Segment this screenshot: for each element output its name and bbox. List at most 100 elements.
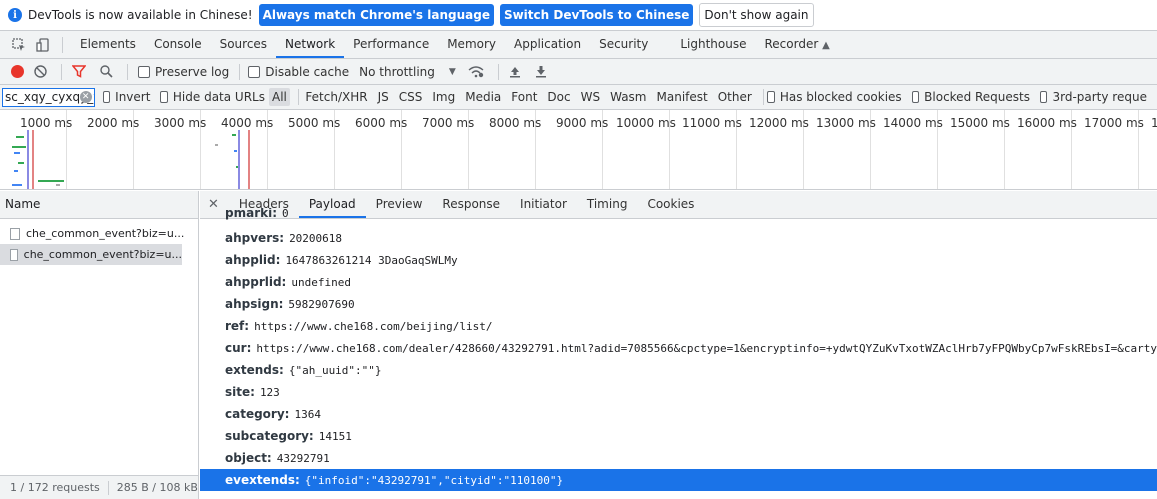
- payload-key: subcategory:: [225, 429, 314, 443]
- payload-row[interactable]: object: 43292791: [200, 447, 1157, 469]
- document-icon: [10, 248, 18, 261]
- tab-recorder[interactable]: Recorder ▲: [756, 31, 839, 58]
- payload-row[interactable]: ahpsign: 5982907690: [200, 293, 1157, 315]
- type-filter-js[interactable]: JS: [375, 88, 392, 106]
- throttling-select[interactable]: No throttling ▼: [359, 65, 468, 79]
- network-conditions-icon[interactable]: [468, 65, 484, 78]
- payload-row[interactable]: subcategory: 14151: [200, 425, 1157, 447]
- always-match-language-button[interactable]: Always match Chrome's language: [258, 4, 494, 26]
- type-filter-wasm[interactable]: Wasm: [607, 88, 649, 106]
- invert-checkbox[interactable]: [102, 91, 111, 103]
- request-row[interactable]: che_common_event?biz=u...: [0, 223, 198, 244]
- timeline-tick-label: 12000 ms: [749, 116, 809, 130]
- type-filter-media[interactable]: Media: [462, 88, 504, 106]
- payload-row[interactable]: ahpvers: 20200618: [200, 227, 1157, 249]
- request-row-selected[interactable]: che_common_event?biz=u...: [0, 244, 182, 265]
- switch-to-chinese-button[interactable]: Switch DevTools to Chinese: [499, 4, 694, 26]
- network-overview-timeline[interactable]: 1000 ms 2000 ms 3000 ms 4000 ms 5000 ms …: [0, 110, 1157, 190]
- clear-icon[interactable]: [34, 65, 47, 78]
- name-column-header[interactable]: Name: [0, 191, 198, 219]
- tab-console[interactable]: Console: [145, 31, 211, 58]
- language-infobar: i DevTools is now available in Chinese! …: [0, 0, 1157, 31]
- timeline-tick-label: 6000 ms: [355, 116, 408, 130]
- search-icon[interactable]: [100, 65, 113, 78]
- payload-key: ahpplid:: [225, 253, 281, 267]
- tab-memory[interactable]: Memory: [438, 31, 505, 58]
- tab-performance[interactable]: Performance: [344, 31, 438, 58]
- tab-lighthouse[interactable]: Lighthouse: [671, 31, 755, 58]
- payload-row[interactable]: pmarki: 0: [200, 208, 1157, 220]
- tab-elements[interactable]: Elements: [71, 31, 145, 58]
- payload-row[interactable]: extends: {"ah_uuid":""}: [200, 359, 1157, 381]
- type-filter-ws[interactable]: WS: [578, 88, 603, 106]
- payload-value: https://www.che168.com/dealer/428660/432…: [256, 341, 1157, 355]
- payload-value: 5982907690: [288, 297, 355, 311]
- type-filter-all[interactable]: All: [268, 88, 290, 106]
- payload-key: category:: [225, 407, 290, 421]
- tab-security[interactable]: Security: [590, 31, 657, 58]
- payload-key: ahpsign:: [225, 297, 284, 311]
- experiment-flask-icon: ▲: [822, 40, 830, 51]
- request-name: che_common_event?biz=u...: [26, 227, 185, 240]
- inspect-element-icon[interactable]: [10, 36, 28, 54]
- payload-row[interactable]: ahpprlid: undefined: [200, 271, 1157, 293]
- type-filter-img[interactable]: Img: [429, 88, 458, 106]
- tab-application[interactable]: Application: [505, 31, 590, 58]
- payload-row[interactable]: category: 1364: [200, 403, 1157, 425]
- payload-row[interactable]: site: 123: [200, 381, 1157, 403]
- tab-sources[interactable]: Sources: [211, 31, 276, 58]
- type-filter-fetch-xhr[interactable]: Fetch/XHR: [302, 88, 370, 106]
- filter-divider: [297, 89, 299, 105]
- has-blocked-cookies-label: Has blocked cookies: [779, 90, 902, 104]
- payload-key: extends:: [225, 363, 284, 377]
- payload-key: site:: [225, 385, 255, 399]
- payload-value: undefined: [291, 275, 351, 289]
- dont-show-again-button[interactable]: Don't show again: [699, 3, 814, 27]
- type-filter-css[interactable]: CSS: [396, 88, 426, 106]
- timeline-tick-label: 8000 ms: [489, 116, 542, 130]
- filter-bar: sc_xqy_cyxqy_wbcxrkdj_click ✕ Invert Hid…: [0, 85, 1157, 110]
- disable-cache-label: Disable cache: [265, 64, 350, 79]
- type-filter-doc[interactable]: Doc: [544, 88, 573, 106]
- payload-row[interactable]: cur: https://www.che168.com/dealer/428660…: [200, 337, 1157, 359]
- type-filter-font[interactable]: Font: [508, 88, 540, 106]
- request-count: 1 / 172 requests: [10, 481, 100, 494]
- has-blocked-cookies-checkbox[interactable]: [767, 91, 775, 103]
- hide-data-urls-checkbox[interactable]: [160, 91, 168, 103]
- request-name: che_common_event?biz=u...: [23, 248, 182, 261]
- import-har-icon[interactable]: [509, 65, 521, 78]
- toolbar-divider: [62, 36, 63, 53]
- record-icon[interactable]: [11, 65, 24, 78]
- toolbar-divider: [497, 63, 499, 80]
- timeline-tick-label: 1: [1151, 116, 1157, 130]
- disable-cache-checkbox[interactable]: [248, 65, 261, 78]
- tab-network[interactable]: Network: [276, 31, 345, 58]
- payload-key: object:: [225, 451, 272, 465]
- device-toolbar-icon[interactable]: [34, 36, 52, 54]
- filter-input[interactable]: sc_xqy_cyxqy_wbcxrkdj_click ✕: [2, 87, 95, 107]
- preserve-log-checkbox[interactable]: [138, 65, 150, 78]
- payload-value: https://www.che168.com/beijing/list/: [254, 319, 493, 333]
- payload-row[interactable]: ahpplid: 1647863261214 3DaoGaqSWLMy: [200, 249, 1157, 271]
- timeline-tick-label: 14000 ms: [883, 116, 943, 130]
- document-icon: [10, 227, 20, 240]
- type-filter-manifest[interactable]: Manifest: [654, 88, 711, 106]
- type-filter-other[interactable]: Other: [715, 88, 755, 106]
- transfer-size: 285 B / 108 kB: [116, 481, 198, 494]
- payload-value: 20200618: [289, 231, 343, 245]
- timeline-tick-label: 7000 ms: [422, 116, 475, 130]
- toolbar-divider: [61, 63, 62, 80]
- timeline-tick-label: 10000 ms: [616, 116, 676, 130]
- filter-icon[interactable]: [72, 65, 86, 78]
- payload-row-selected[interactable]: evextends: {"infoid":"43292791","cityid":…: [200, 469, 1157, 491]
- blocked-requests-checkbox[interactable]: [911, 91, 920, 103]
- payload-value: 1647863261214 3DaoGaqSWLMy: [285, 253, 458, 267]
- hide-data-urls-label: Hide data URLs: [172, 90, 265, 104]
- third-party-checkbox[interactable]: [1040, 91, 1048, 103]
- export-har-icon[interactable]: [535, 65, 547, 78]
- clear-filter-icon[interactable]: ✕: [79, 90, 92, 103]
- timeline-tick-label: 13000 ms: [816, 116, 876, 130]
- timeline-tick-label: 11000 ms: [682, 116, 742, 130]
- payload-row[interactable]: ref: https://www.che168.com/beijing/list/: [200, 315, 1157, 337]
- request-list: Name che_common_event?biz=u... che_commo…: [0, 191, 199, 499]
